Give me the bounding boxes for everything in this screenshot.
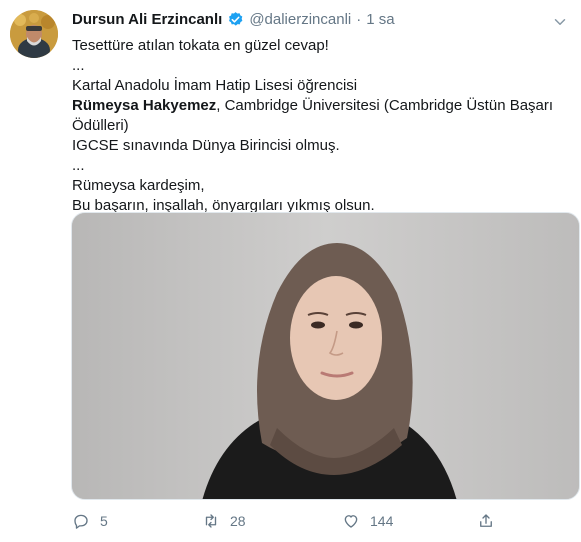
retweet-icon (205, 514, 217, 528)
reply-icon (74, 514, 88, 529)
separator-dot: · (356, 11, 362, 28)
verified-badge-icon (229, 12, 243, 26)
reply-count: 5 (100, 513, 108, 529)
tweet-line-with-name: Rümeysa Hakyemez, Cambridge Üniversitesi… (72, 96, 572, 136)
author-handle[interactable]: @dalierzincanli (249, 11, 351, 28)
student-name: Rümeysa Hakyemez (72, 97, 217, 114)
share-icon (480, 514, 492, 527)
reply-button[interactable]: 5 (72, 512, 108, 530)
retweet-button[interactable]: 28 (202, 512, 246, 530)
tweet-line: IGCSE sınavında Dünya Birincisi olmuş. (72, 137, 340, 154)
heart-icon (344, 515, 358, 528)
author-name[interactable]: Dursun Ali Erzincanlı (72, 11, 222, 28)
chevron-down-icon[interactable] (551, 13, 569, 31)
author-avatar[interactable] (10, 10, 58, 58)
retweet-count: 28 (230, 513, 246, 529)
tweet-header: Dursun Ali Erzincanlı @dalierzincanli · … (72, 11, 395, 28)
like-count: 144 (370, 513, 394, 529)
tweet-line: ... (72, 157, 85, 174)
portrait-image (72, 213, 579, 499)
like-button[interactable]: 144 (342, 512, 393, 530)
tweet-text: Tesettüre atılan tokata en güzel cevap! … (72, 36, 572, 216)
tweet-photo[interactable] (71, 212, 580, 500)
tweet-actions: 5 28 144 (72, 512, 502, 534)
tweet-line: Tesettüre atılan tokata en güzel cevap! (72, 37, 329, 54)
tweet-timestamp[interactable]: 1 sa (366, 11, 394, 28)
tweet-line: ... (72, 57, 85, 74)
share-button[interactable] (477, 512, 495, 530)
avatar-image (10, 10, 58, 58)
tweet-line: Rümeysa kardeşim, (72, 177, 205, 194)
tweet-line: Kartal Anadolu İmam Hatip Lisesi öğrenci… (72, 77, 358, 94)
